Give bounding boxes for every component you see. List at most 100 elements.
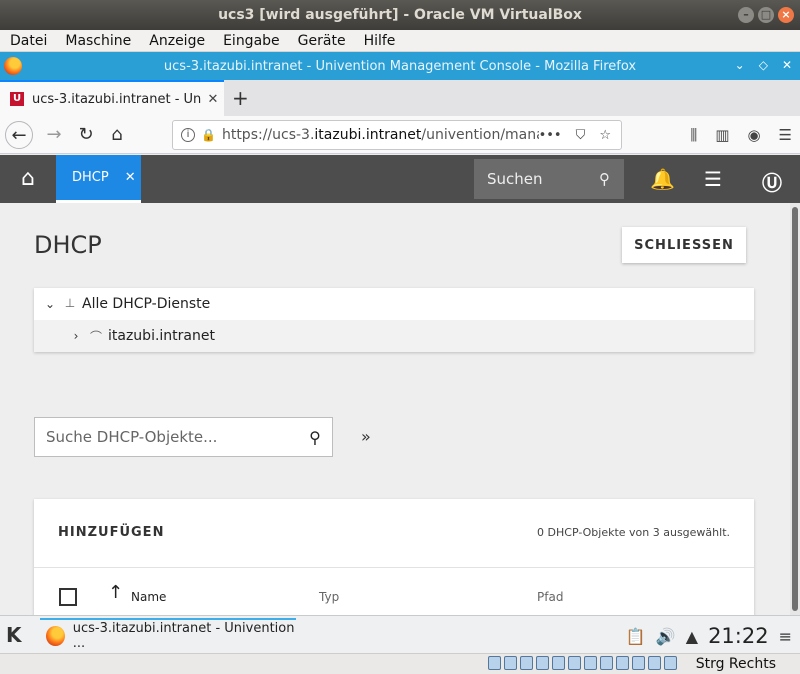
search-icon[interactable]: ⚲ [298, 428, 332, 447]
dhcp-object-search: ⚲ [34, 417, 333, 457]
tab-close-icon[interactable]: ✕ [202, 92, 224, 107]
bookmark-star-icon[interactable]: ☆ [599, 128, 611, 143]
univention-logo-icon[interactable]: Ⓤ [762, 167, 782, 196]
main-content: DHCP SCHLIESSEN ⌄ ⊥ Alle DHCP-Dienste › … [0, 203, 790, 615]
sort-arrow-up-icon[interactable]: ↑ [108, 582, 123, 603]
browser-nav-bar: ← → ↻ ⌂ i 🔒 https://ucs-3.itazubi.intran… [0, 116, 800, 154]
keyboard-capture-icon[interactable] [648, 656, 661, 670]
tray-expand-arrow-icon[interactable]: ▲ [686, 627, 698, 646]
virtualbox-menu-bar: Datei Maschine Anzeige Eingabe Geräte Hi… [0, 30, 800, 52]
minimize-icon[interactable]: – [738, 7, 754, 23]
firefox-window-title: ucs-3.itazubi.intranet - Univention Mana… [163, 58, 637, 74]
chevron-down-icon[interactable]: ⌄ [44, 297, 56, 311]
virtualbox-title-bar: ucs3 [wird ausgeführt] - Oracle VM Virtu… [0, 0, 800, 30]
reload-icon[interactable]: ↻ [72, 121, 100, 149]
column-header-typ[interactable]: Typ [319, 590, 339, 604]
panel-menu-icon[interactable]: ≡ [779, 627, 792, 646]
tree-node-itazubi-intranet[interactable]: › ⌒ itazubi.intranet [34, 320, 754, 352]
url-text[interactable]: https://ucs-3.itazubi.intranet/univentio… [222, 127, 539, 143]
browser-tab-title: ucs-3.itazubi.intranet - Univention Mana… [32, 91, 202, 107]
mouse-integration-icon[interactable] [664, 656, 677, 670]
clipboard-icon[interactable]: 📋 [626, 627, 646, 646]
menu-eingabe[interactable]: Eingabe [213, 33, 288, 49]
selection-status: 0 DHCP-Objekte von 3 ausgewählt. [537, 526, 730, 539]
account-icon[interactable]: ◉ [747, 126, 760, 144]
menu-anzeige[interactable]: Anzeige [139, 33, 213, 49]
virtualbox-window-title: ucs3 [wird ausgeführt] - Oracle VM Virtu… [218, 7, 582, 23]
kde-launcher-icon[interactable]: K [6, 623, 22, 647]
system-tray: 📋 🔊 ▲ 21:22 ≡ [626, 624, 792, 648]
bell-icon[interactable]: 🔔 [650, 167, 675, 191]
firefox-title-bar: ucs-3.itazubi.intranet - Univention Mana… [0, 52, 800, 80]
univention-favicon-icon: U [10, 92, 24, 106]
dhcp-object-search-input[interactable] [35, 428, 298, 446]
column-header-name[interactable]: Name [131, 590, 166, 604]
display-icon[interactable] [584, 656, 597, 670]
library-icon[interactable]: ⫼ [690, 126, 697, 144]
scrollbar-thumb[interactable] [792, 207, 798, 611]
firefox-icon [46, 626, 65, 646]
hamburger-menu-icon[interactable]: ☰ [779, 126, 792, 144]
dhcp-object-grid: HINZUFÜGEN 0 DHCP-Objekte von 3 ausgewäh… [34, 499, 754, 615]
new-tab-plus-icon[interactable]: + [232, 86, 249, 110]
dhcp-tree: ⌄ ⊥ Alle DHCP-Dienste › ⌒ itazubi.intran… [34, 288, 754, 352]
browser-tab-bar: U ucs-3.itazubi.intranet - Univention Ma… [0, 80, 800, 116]
menu-icon[interactable]: ☰ [704, 167, 722, 191]
page-title: DHCP [34, 231, 102, 259]
forward-arrow-icon[interactable]: → [40, 121, 68, 149]
column-header-pfad[interactable]: Pfad [537, 590, 563, 604]
menu-maschine[interactable]: Maschine [55, 33, 139, 49]
maximize-icon[interactable]: □ [758, 7, 774, 23]
menu-datei[interactable]: Datei [0, 33, 55, 49]
tree-node-label: itazubi.intranet [108, 328, 215, 344]
search-icon[interactable]: ⚲ [599, 170, 610, 188]
virtualization-icon[interactable] [616, 656, 629, 670]
menu-geraete[interactable]: Geräte [288, 33, 354, 49]
menu-hilfe[interactable]: Hilfe [354, 33, 404, 49]
back-arrow-icon[interactable]: ← [5, 121, 33, 149]
network-icon[interactable] [536, 656, 549, 670]
tree-node-label: Alle DHCP-Dienste [82, 296, 211, 312]
pocket-icon[interactable]: ⛉ [576, 128, 586, 143]
kde-taskbar: K ucs-3.itazubi.intranet - Univention ..… [0, 615, 800, 653]
more-options-chevron-icon[interactable]: » [361, 427, 371, 446]
cpu-icon[interactable] [632, 656, 645, 670]
close-icon[interactable]: × [778, 7, 794, 23]
info-icon[interactable]: i [181, 128, 195, 142]
umc-search-input[interactable]: Suchen ⚲ [474, 159, 624, 199]
page-scrollbar[interactable] [790, 203, 800, 615]
taskbar-task-label: ucs-3.itazubi.intranet - Univention ... [72, 621, 295, 651]
grid-header: ↑ Name Typ Pfad [34, 567, 754, 615]
tree-node-all-dhcp-services[interactable]: ⌄ ⊥ Alle DHCP-Dienste [34, 288, 754, 320]
clock[interactable]: 21:22 [708, 624, 769, 648]
volume-icon[interactable]: 🔊 [656, 627, 676, 646]
sidebar-icon[interactable]: ▥ [715, 126, 729, 144]
dhcp-service-icon: ⌒ [89, 330, 102, 344]
umc-header: ⌂ DHCP ✕ Suchen ⚲ 🔔 ☰ Ⓤ [0, 155, 800, 203]
hard-disk-icon[interactable] [488, 656, 501, 670]
usb-icon[interactable] [552, 656, 565, 670]
close-button[interactable]: SCHLIESSEN [622, 227, 746, 263]
dhcp-services-icon: ⊥ [64, 296, 76, 310]
chevron-down-icon[interactable]: ⌄ [735, 58, 745, 72]
firefox-logo-icon [4, 57, 22, 75]
video-capture-icon[interactable] [600, 656, 613, 670]
diamond-icon[interactable]: ◇ [759, 58, 768, 72]
add-button[interactable]: HINZUFÜGEN [58, 525, 164, 540]
url-bar[interactable]: i 🔒 https://ucs-3.itazubi.intranet/unive… [172, 120, 622, 150]
select-all-checkbox[interactable] [59, 588, 77, 606]
home-icon[interactable]: ⌂ [103, 121, 131, 149]
shared-folders-icon[interactable] [568, 656, 581, 670]
umc-home-icon[interactable]: ⌂ [16, 167, 40, 191]
close-icon[interactable]: ✕ [782, 58, 792, 72]
chevron-right-icon[interactable]: › [70, 329, 82, 343]
tab-dhcp-label: DHCP [72, 170, 109, 185]
taskbar-task-firefox[interactable]: ucs-3.itazubi.intranet - Univention ... [40, 618, 296, 652]
browser-tab-umc[interactable]: U ucs-3.itazubi.intranet - Univention Ma… [0, 80, 224, 116]
audio-icon[interactable] [520, 656, 533, 670]
tab-dhcp[interactable]: DHCP ✕ [56, 155, 141, 203]
page-actions-icon[interactable]: ••• [539, 128, 562, 143]
tab-close-icon[interactable]: ✕ [125, 170, 136, 185]
virtualbox-status-bar: Strg Rechts [0, 653, 800, 674]
optical-drive-icon[interactable] [504, 656, 517, 670]
